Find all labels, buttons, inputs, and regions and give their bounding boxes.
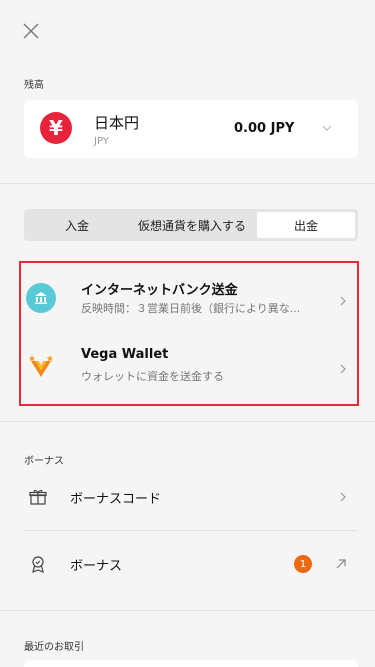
divider <box>24 530 358 531</box>
method-subtitle: ウォレットに資金を送金する <box>81 370 224 383</box>
close-button[interactable] <box>20 20 42 42</box>
vega-wallet-icon <box>28 355 54 377</box>
method-title: Vega Wallet <box>81 347 169 362</box>
chevron-down-icon[interactable] <box>320 121 334 135</box>
close-icon <box>23 23 39 39</box>
bonus-code-row[interactable]: ボーナスコード <box>24 477 358 517</box>
bonus-section-label: ボーナス <box>24 456 64 467</box>
chevron-right-icon <box>340 296 346 306</box>
chevron-right-icon <box>340 492 346 502</box>
balance-amount: 0.00 JPY <box>234 121 295 136</box>
withdraw-methods-highlight: インターネットバンク送金 反映時間：３営業日前後（銀行により異な... Vega… <box>19 261 359 406</box>
balance-card[interactable]: ¥ 日本円 JPY 0.00 JPY <box>24 100 358 158</box>
bank-icon <box>26 283 56 313</box>
tab-bar: 入金 仮想通貨を購入する 出金 <box>24 209 358 241</box>
bonus-label: ボーナス <box>70 559 123 574</box>
method-internet-bank-transfer[interactable]: インターネットバンク送金 反映時間：３営業日前後（銀行により異な... <box>21 267 356 335</box>
currency-code: JPY <box>94 136 109 147</box>
gift-icon <box>29 489 47 505</box>
recent-transactions-card <box>24 660 358 667</box>
divider <box>0 183 375 184</box>
method-vega-wallet[interactable]: Vega Wallet ウォレットに資金を送金する <box>21 335 356 403</box>
bonus-row[interactable]: ボーナス 1 <box>24 544 358 584</box>
divider <box>0 421 375 422</box>
currency-name: 日本円 <box>94 114 140 132</box>
chevron-right-icon <box>340 364 346 374</box>
recent-transactions-label: 最近のお取引 <box>24 642 84 653</box>
tab-buy-crypto[interactable]: 仮想通貨を購入する <box>127 212 257 238</box>
method-title: インターネットバンク送金 <box>81 283 238 298</box>
tab-withdraw[interactable]: 出金 <box>257 212 355 238</box>
yen-icon: ¥ <box>40 112 72 144</box>
medal-icon <box>32 556 44 573</box>
bonus-code-label: ボーナスコード <box>70 492 162 507</box>
notification-badge: 1 <box>294 555 312 573</box>
balance-section-label: 残高 <box>24 80 44 91</box>
tab-deposit[interactable]: 入金 <box>27 212 127 238</box>
method-subtitle: 反映時間：３営業日前後（銀行により異な... <box>81 302 301 315</box>
arrow-up-right-icon <box>336 559 346 569</box>
divider <box>0 610 375 611</box>
